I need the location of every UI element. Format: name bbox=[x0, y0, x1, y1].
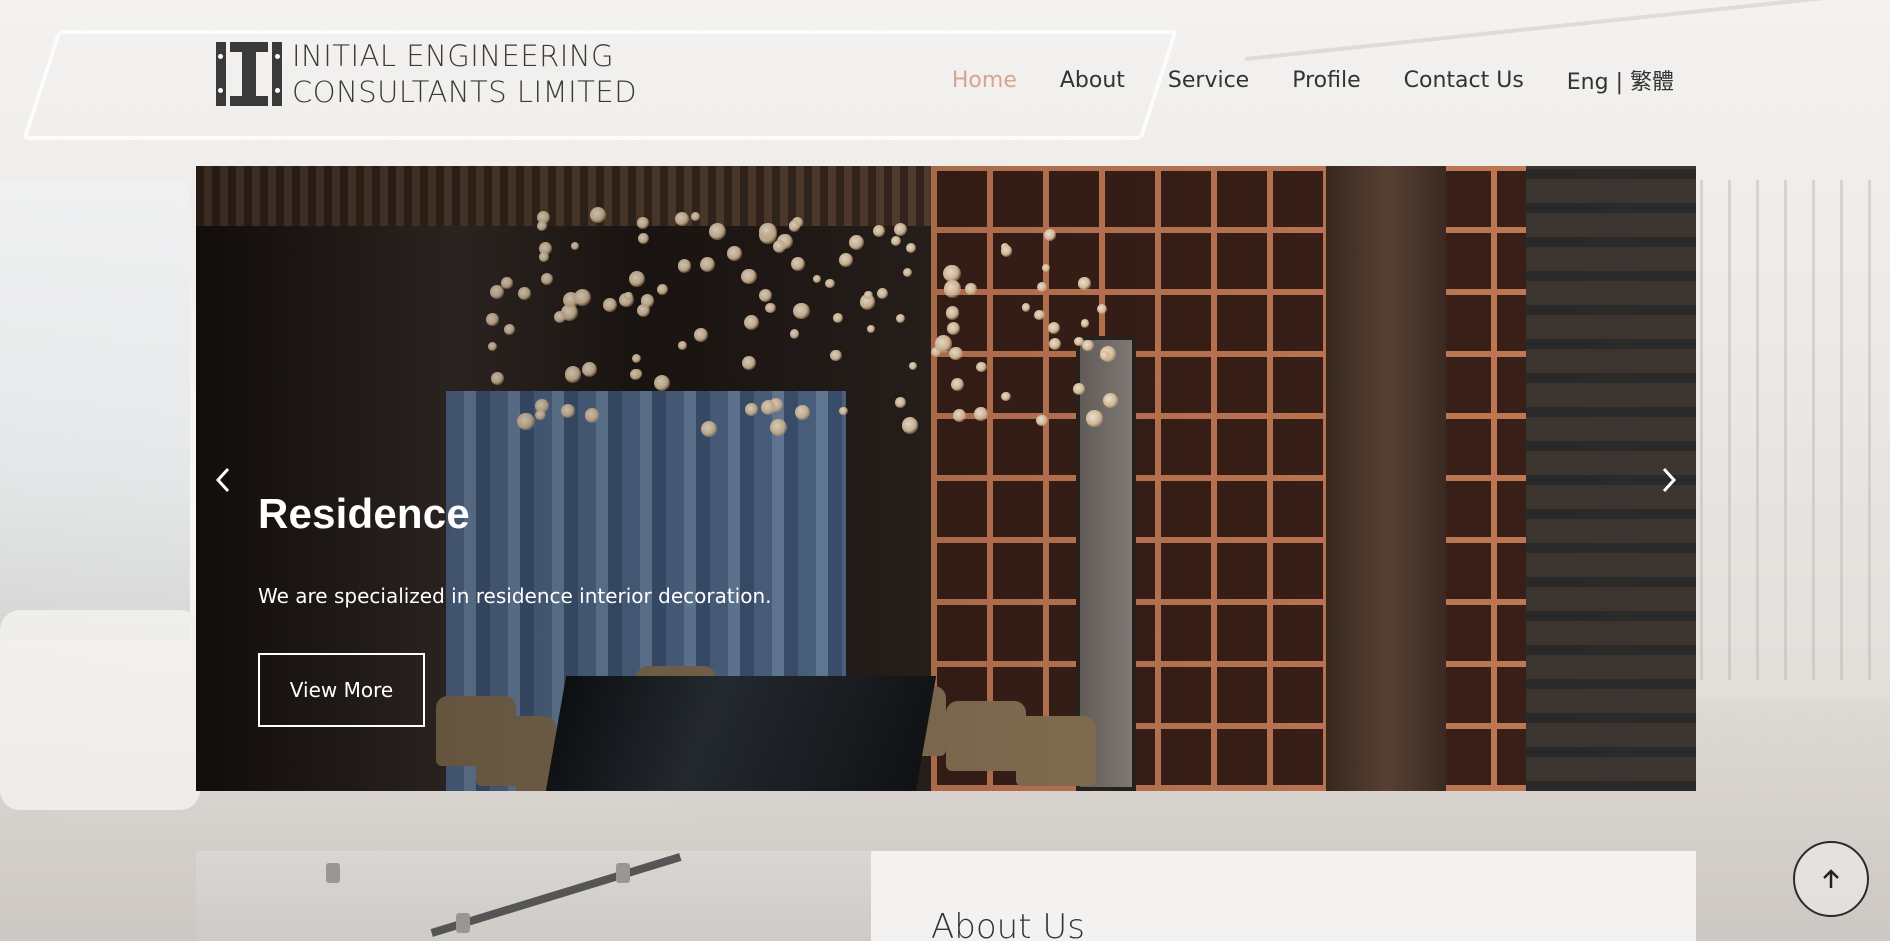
hero-slider: Residence We are specialized in residenc… bbox=[196, 166, 1696, 791]
nav-item-about[interactable]: About bbox=[1060, 68, 1125, 93]
nav-item-contact-us[interactable]: Contact Us bbox=[1404, 68, 1524, 93]
brand-name-line1: INITIAL ENGINEERING bbox=[292, 39, 615, 73]
language-switch[interactable]: Eng | 繁體 bbox=[1567, 64, 1674, 96]
scroll-to-top-button[interactable] bbox=[1793, 841, 1869, 917]
slider-next-button[interactable] bbox=[1654, 460, 1684, 500]
nav-item-profile[interactable]: Profile bbox=[1292, 68, 1360, 93]
nav-item-service[interactable]: Service bbox=[1168, 68, 1249, 93]
about-image bbox=[196, 851, 871, 941]
brand-logo[interactable]: INITIAL ENGINEERING CONSULTANTS LIMITED bbox=[216, 38, 637, 110]
slider-prev-button[interactable] bbox=[208, 460, 238, 500]
view-more-button[interactable]: View More bbox=[258, 653, 425, 727]
arrow-up-icon bbox=[1823, 869, 1839, 888]
chevron-left-icon bbox=[215, 467, 230, 493]
nav-item-home[interactable]: Home bbox=[952, 68, 1017, 93]
hero-title: Residence bbox=[258, 490, 470, 537]
brand-name-line2: CONSULTANTS LIMITED bbox=[292, 75, 638, 109]
about-title: About Us bbox=[931, 907, 1085, 941]
about-panel: About Us bbox=[871, 851, 1696, 941]
brand-name: INITIAL ENGINEERING CONSULTANTS LIMITED bbox=[292, 38, 637, 110]
main-nav: Home About Service Profile Contact Us En… bbox=[952, 64, 1674, 96]
hero-subtitle: We are specialized in residence interior… bbox=[258, 584, 772, 608]
chevron-right-icon bbox=[1662, 467, 1677, 493]
ii-monogram-icon bbox=[216, 40, 282, 108]
